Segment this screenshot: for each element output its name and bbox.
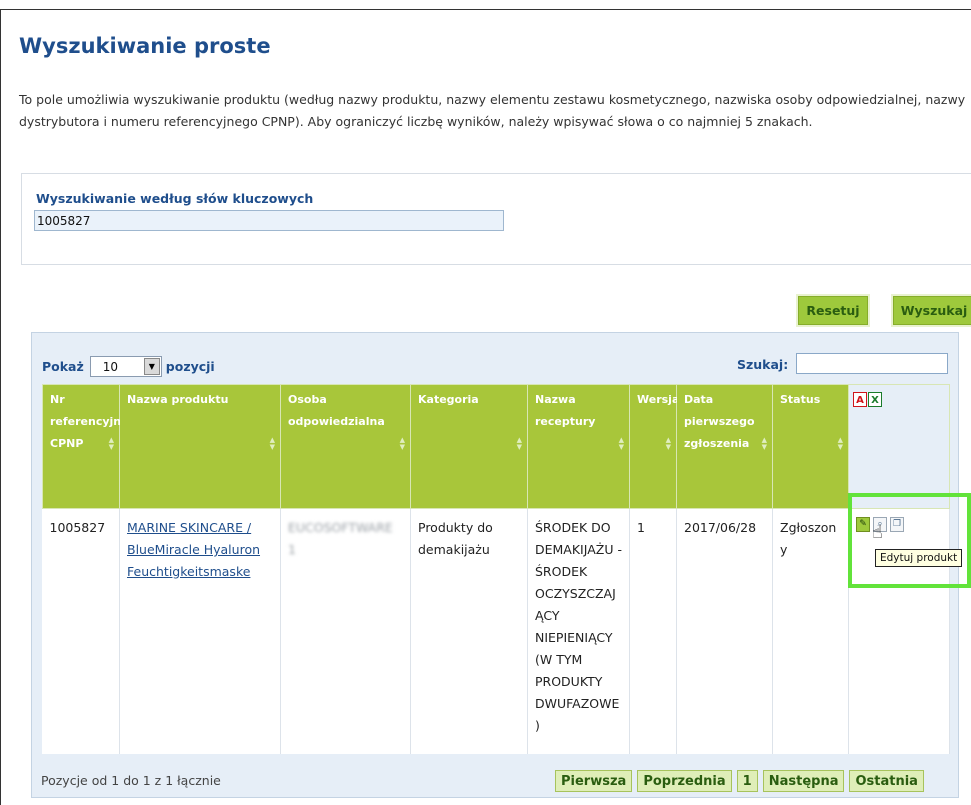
cell-category: Produkty do demakijażu bbox=[410, 508, 528, 754]
col-header-cpnp[interactable]: Nr referencyjny CPNP ▲ ▼ bbox=[42, 384, 128, 509]
table-row: 1005827 MARINE SKINCARE / BlueMiracle Hy… bbox=[42, 508, 950, 754]
page-length-value: 10 bbox=[102, 359, 119, 374]
col-header-product-name[interactable]: Nazwa produktu ▲ ▼ bbox=[119, 384, 281, 509]
frame-top-border bbox=[0, 9, 971, 10]
excel-icon[interactable]: X bbox=[868, 392, 882, 407]
col-header-first-notification[interactable]: Data pierwszego zgłoszenia ▲ ▼ bbox=[676, 384, 773, 509]
sort-icon: ▲ ▼ bbox=[108, 436, 114, 451]
copy-icon[interactable]: ❐ bbox=[890, 517, 904, 532]
next-page-button[interactable]: Następna bbox=[762, 770, 845, 792]
col-header-export: AX bbox=[848, 384, 950, 509]
table-header-row: Nr referencyjny CPNP ▲ ▼ Nazwa produktu ▲ ▼ … bbox=[42, 384, 950, 509]
page-title: Wyszukiwanie proste bbox=[19, 34, 271, 58]
chevron-down-icon[interactable]: ▼ bbox=[143, 358, 160, 375]
col-header-frame-formulation[interactable]: Nazwa receptury ▲ ▼ bbox=[527, 384, 630, 509]
entries-label: pozycji bbox=[165, 359, 215, 374]
col-header-version[interactable]: Wersja ▲ ▼ bbox=[629, 384, 679, 509]
col-header-category[interactable]: Kategoria ▲ ▼ bbox=[410, 384, 528, 509]
last-page-button[interactable]: Ostatnia bbox=[849, 770, 924, 792]
cell-product-name: MARINE SKINCARE / BlueMiracle Hyaluron F… bbox=[119, 508, 281, 754]
sort-icon: ▲ ▼ bbox=[761, 436, 767, 451]
edit-tooltip: Edytuj produkt bbox=[875, 549, 963, 567]
cell-status: Zgłoszony bbox=[772, 508, 849, 754]
cell-cpnp: 1005827 bbox=[42, 508, 120, 754]
show-label: Pokaż bbox=[42, 359, 84, 374]
sort-icon: ▲ ▼ bbox=[618, 436, 624, 451]
filter-label: Szukaj: bbox=[737, 357, 789, 372]
results-panel: Pokaż 10 ▼ pozycji Szukaj: Nr referencyj… bbox=[31, 332, 959, 798]
table-info: Pozycje od 1 do 1 z 1 łącznie bbox=[41, 773, 221, 788]
sort-icon: ▲ ▼ bbox=[269, 436, 275, 451]
sort-icon: ▲ ▼ bbox=[399, 436, 405, 451]
sort-icon: ▲ ▼ bbox=[837, 436, 843, 451]
cell-responsible-person: EUCOSOFTWARE 1 bbox=[280, 508, 411, 754]
sort-icon: ▲ ▼ bbox=[516, 436, 522, 451]
keyword-label: Wyszukiwanie według słów kluczowych bbox=[36, 191, 314, 206]
intro-text: To pole umożliwia wyszukiwanie produktu … bbox=[19, 92, 966, 129]
results-table: Nr referencyjny CPNP ▲ ▼ Nazwa produktu ▲ ▼ … bbox=[42, 384, 950, 754]
pdf-icon[interactable]: A bbox=[853, 392, 867, 407]
row-actions: ✎ ⌕ ❐ bbox=[856, 517, 943, 532]
page-1-button[interactable]: 1 bbox=[736, 770, 758, 792]
search-button[interactable]: Wyszukaj bbox=[893, 296, 971, 325]
reset-button[interactable]: Resetuj bbox=[798, 296, 868, 325]
keyword-input[interactable] bbox=[34, 210, 504, 231]
previous-page-button[interactable]: Poprzednia bbox=[637, 770, 732, 792]
product-link[interactable]: MARINE SKINCARE / BlueMiracle Hyaluron F… bbox=[127, 520, 260, 579]
responsible-person-blurred: EUCOSOFTWARE 1 bbox=[288, 520, 393, 557]
cell-frame-formulation: ŚRODEK DO DEMAKIJAŻU - ŚRODEK OCZYSZCZAJ… bbox=[527, 508, 630, 754]
col-header-status[interactable]: Status ▲ ▼ bbox=[772, 384, 849, 509]
cell-actions: ✎ ⌕ ❐ bbox=[848, 508, 950, 754]
pagination: Pierwsza Poprzednia 1 Następna Ostatnia bbox=[555, 770, 924, 792]
sort-icon: ▲ ▼ bbox=[665, 436, 671, 451]
keyword-search-panel: Wyszukiwanie według słów kluczowych bbox=[21, 173, 971, 265]
hand-cursor-icon: ☝ bbox=[872, 522, 883, 543]
page-length-select[interactable]: 10 ▼ bbox=[89, 356, 162, 377]
col-header-responsible-person[interactable]: Osoba odpowiedzialna ▲ ▼ bbox=[280, 384, 411, 509]
page-length-control: Pokaż 10 ▼ pozycji bbox=[42, 356, 215, 377]
filter-input[interactable] bbox=[796, 353, 948, 374]
cell-version: 1 bbox=[629, 508, 677, 754]
frame-left-border bbox=[0, 9, 1, 805]
first-page-button[interactable]: Pierwsza bbox=[555, 770, 633, 792]
cell-first-notification: 2017/06/28 bbox=[676, 508, 773, 754]
edit-icon[interactable]: ✎ bbox=[856, 517, 870, 532]
